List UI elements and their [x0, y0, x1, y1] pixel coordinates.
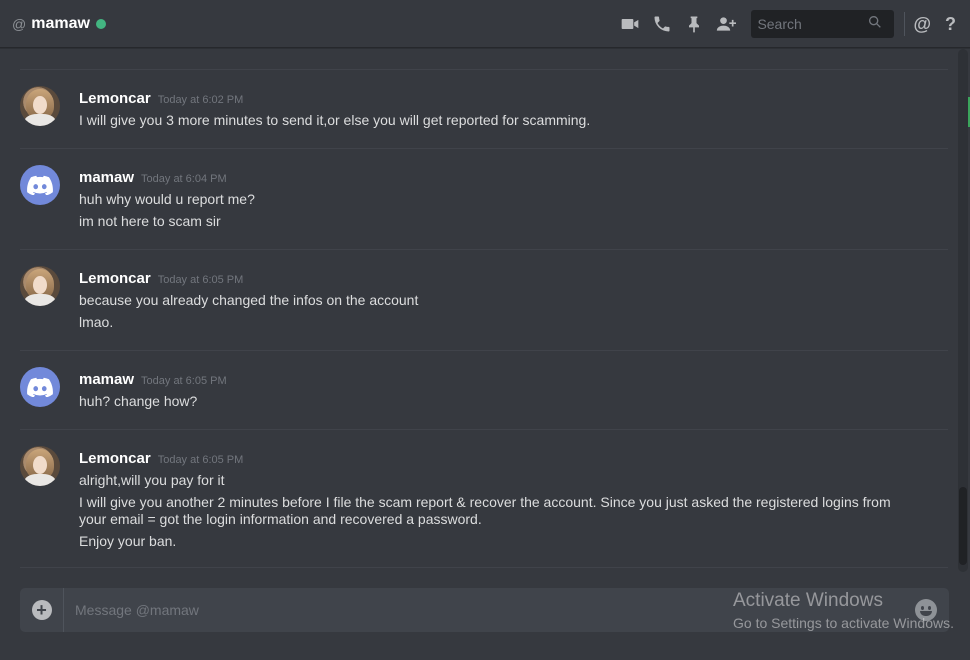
message-group: mamaw Today at 6:05 PM huh? change how? [20, 350, 948, 430]
message-group: Lemoncar Today at 6:02 PM I will give yo… [20, 69, 948, 149]
channel-header: @ mamaw @ ? [0, 0, 970, 48]
message-timestamp: Today at 6:02 PM [157, 94, 244, 106]
message-text: Enjoy your ban. [79, 533, 177, 549]
message-timestamp: Today at 6:05 PM [141, 375, 227, 387]
mention-icon[interactable]: @ [913, 14, 931, 35]
search-field[interactable] [751, 10, 895, 38]
message-text: I will give you another 2 minutes before… [79, 494, 891, 527]
search-input[interactable] [757, 16, 868, 32]
message-header: Lemoncar Today at 6:02 PM [79, 90, 243, 107]
toolbar-divider [904, 12, 906, 36]
message-text: alright,will you pay for it [79, 472, 225, 488]
message-header: mamaw Today at 6:05 PM [79, 371, 227, 388]
emoji-icon[interactable] [915, 599, 937, 621]
message-group: Lemoncar Today at 6:05 PM because you al… [20, 249, 948, 350]
avatar[interactable] [20, 86, 60, 126]
at-symbol: @ [12, 15, 27, 32]
message-group: Lemoncar Today at 6:05 PM alright,will y… [20, 429, 948, 568]
message-author[interactable]: mamaw [79, 371, 134, 388]
message-timestamp: Today at 6:05 PM [157, 274, 244, 286]
message-author[interactable]: Lemoncar [79, 90, 151, 107]
discord-logo-icon [27, 175, 53, 195]
message-header: Lemoncar Today at 6:05 PM [79, 450, 243, 467]
help-icon[interactable]: ? [945, 14, 956, 35]
message-text: because you already changed the infos on… [79, 292, 419, 308]
message-author[interactable]: Lemoncar [79, 450, 151, 467]
discord-logo-icon [27, 377, 53, 397]
voice-call-icon[interactable] [651, 13, 673, 35]
search-icon [867, 14, 883, 35]
dm-window: @ mamaw @ ? [0, 0, 970, 660]
dm-recipient-name: mamaw [31, 14, 90, 32]
avatar[interactable] [20, 367, 60, 407]
online-status-icon [95, 18, 106, 29]
pin-icon[interactable] [683, 13, 705, 35]
message-author[interactable]: Lemoncar [79, 270, 151, 287]
message-group: mamaw Today at 6:04 PM huh why would u r… [20, 148, 948, 249]
plus-icon: + [31, 600, 52, 620]
message-header: mamaw Today at 6:04 PM [79, 169, 227, 186]
upload-button[interactable]: + [20, 588, 64, 632]
message-text: im not here to scam sir [79, 213, 221, 229]
message-text: I will give you 3 more minutes to send i… [79, 112, 591, 128]
avatar[interactable] [20, 446, 60, 486]
avatar[interactable] [20, 165, 60, 205]
message-timestamp: Today at 6:04 PM [141, 173, 227, 185]
message-text: lmao. [79, 314, 114, 330]
message-timestamp: Today at 6:05 PM [157, 454, 244, 466]
message-composer: + [20, 588, 949, 632]
scrollbar-thumb[interactable] [959, 487, 967, 565]
message-input[interactable] [64, 588, 915, 632]
add-friend-icon[interactable] [715, 13, 737, 35]
message-list: Lemoncar Today at 6:02 PM I will give yo… [0, 49, 958, 572]
message-text: huh? change how? [79, 393, 198, 409]
video-call-icon[interactable] [619, 13, 641, 35]
header-toolbar: @ ? [619, 0, 970, 48]
avatar[interactable] [20, 266, 60, 306]
message-text: huh why would u report me? [79, 191, 255, 207]
message-author[interactable]: mamaw [79, 169, 134, 186]
message-header: Lemoncar Today at 6:05 PM [79, 270, 243, 287]
